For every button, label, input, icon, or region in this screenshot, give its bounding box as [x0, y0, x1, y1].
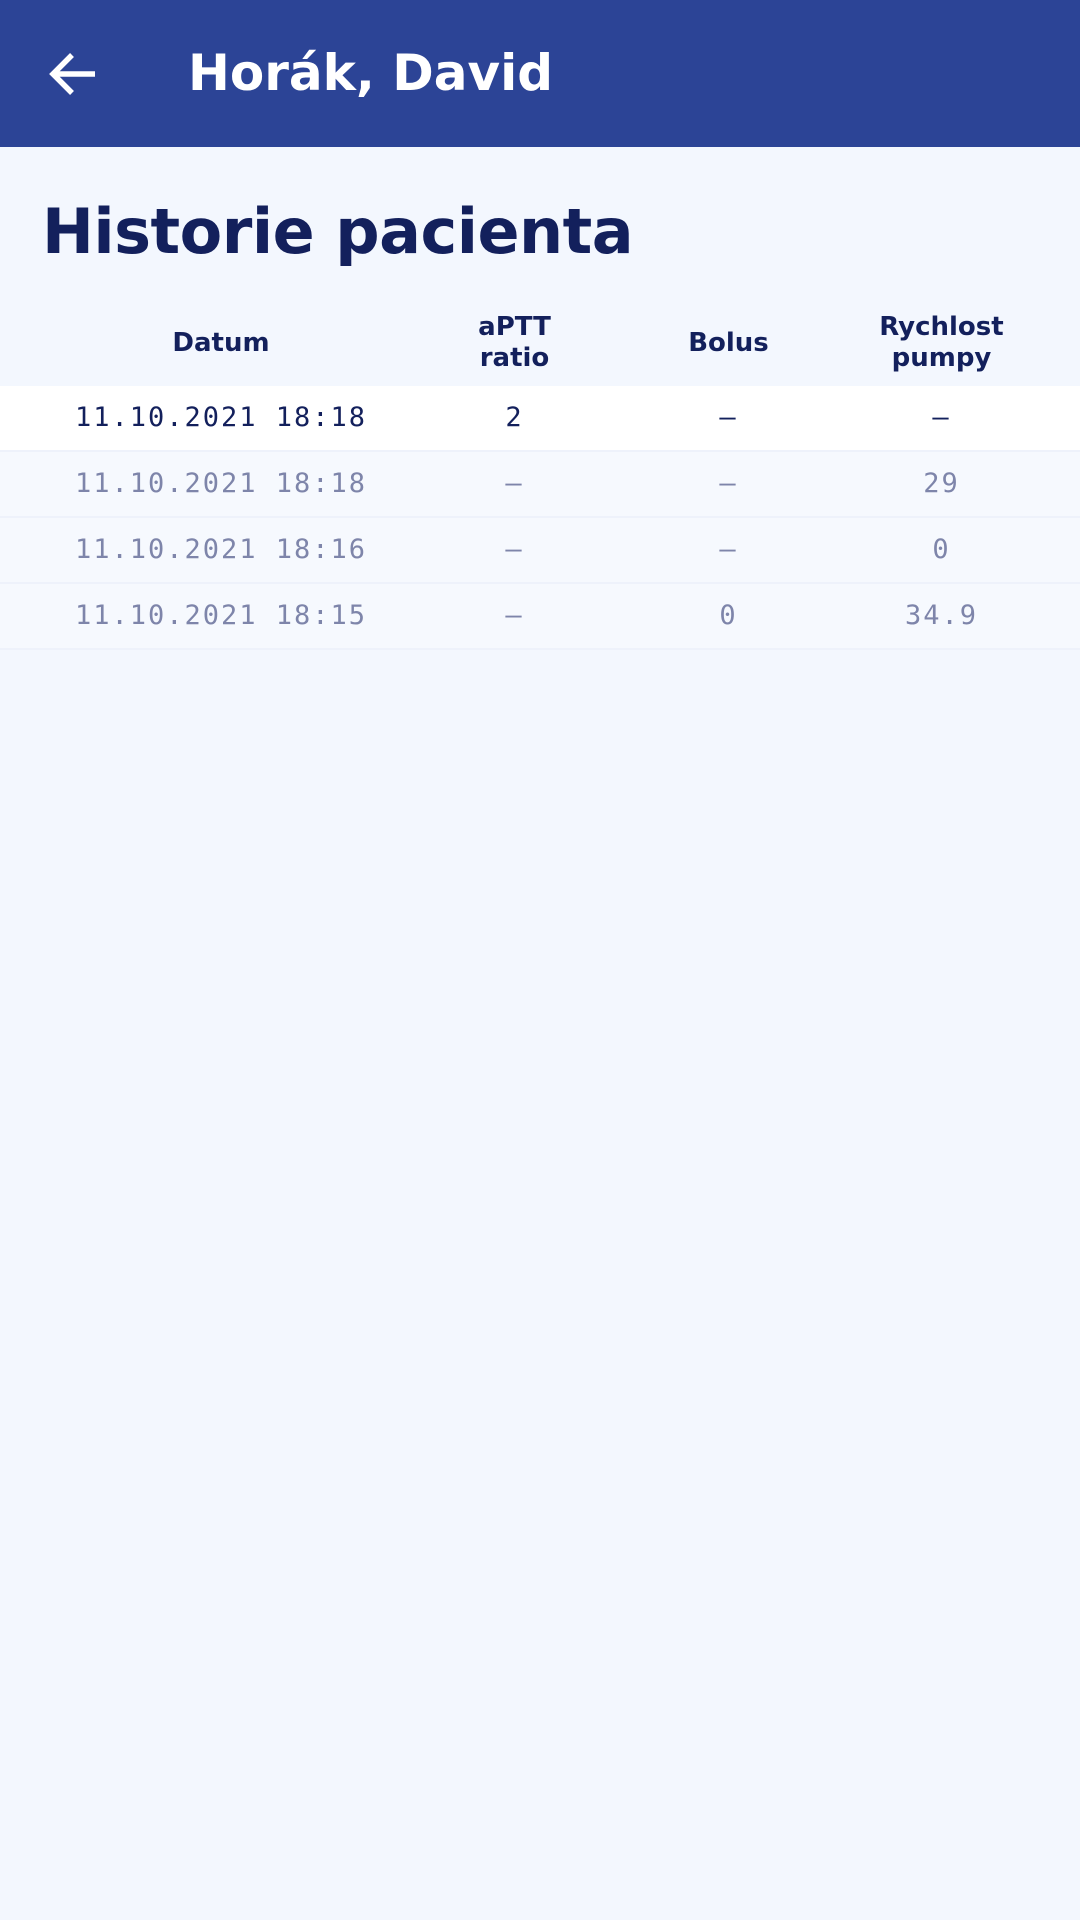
cell-bolus: – — [719, 402, 738, 433]
cell-date: 11.10.2021 18:18 — [74, 402, 368, 433]
table-row[interactable]: 11.10.2021 18:18 2 – – — [0, 386, 1080, 452]
header-date: Datum — [172, 327, 270, 358]
table-header: Datum aPTT ratio Bolus Rychlost pumpy — [0, 300, 1080, 386]
page-title: Historie pacienta — [42, 195, 634, 268]
table-row[interactable]: 11.10.2021 18:18 – – 29 — [0, 452, 1080, 518]
cell-rate: 29 — [923, 468, 960, 499]
cell-aptt: – — [505, 534, 524, 565]
header-aptt-ratio: aPTT ratio — [478, 312, 551, 373]
patient-name-title: Horák, David — [188, 44, 554, 102]
header-pump-rate-line2: pumpy — [891, 343, 992, 373]
cell-bolus: – — [719, 534, 738, 565]
header-pump-rate: Rychlost pumpy — [870, 300, 1013, 386]
cell-aptt: 2 — [505, 402, 524, 433]
history-table: Datum aPTT ratio Bolus Rychlost pumpy 11… — [0, 300, 1080, 650]
header-bolus: Bolus — [688, 327, 769, 358]
cell-date: 11.10.2021 18:18 — [74, 468, 368, 499]
table-row[interactable]: 11.10.2021 18:16 – – 0 — [0, 518, 1080, 584]
table-row[interactable]: 11.10.2021 18:15 – 0 34.9 — [0, 584, 1080, 650]
cell-bolus: 0 — [719, 600, 738, 631]
app-bar: Horák, David — [0, 0, 1080, 147]
cell-date: 11.10.2021 18:15 — [74, 600, 368, 631]
header-pump-rate-line1: Rychlost — [879, 312, 1004, 342]
cell-aptt: – — [505, 468, 524, 499]
cell-bolus: – — [719, 468, 738, 499]
arrow-left-icon — [49, 53, 95, 95]
back-button[interactable] — [40, 43, 106, 105]
cell-rate: 34.9 — [904, 600, 979, 631]
cell-rate: 0 — [932, 534, 951, 565]
cell-date: 11.10.2021 18:16 — [74, 534, 368, 565]
cell-aptt: – — [505, 600, 524, 631]
cell-rate: – — [932, 402, 951, 433]
